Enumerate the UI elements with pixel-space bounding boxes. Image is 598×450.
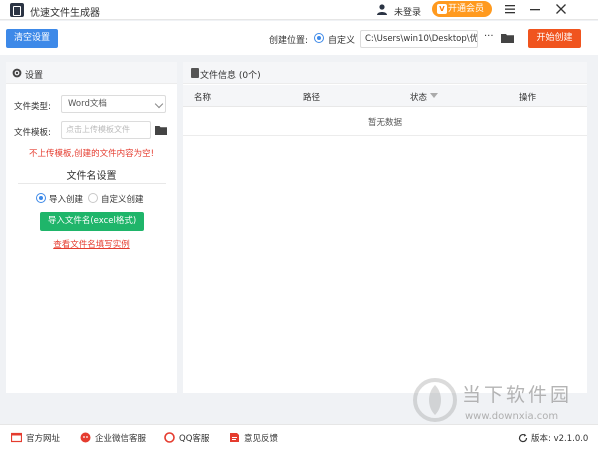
custom-create-radio[interactable] [88,193,98,203]
wechat-support-label: 企业微信客服 [95,434,147,444]
custom-create-label[interactable]: 自定义创建 [101,193,144,205]
wechat-support-link[interactable]: 企业微信客服 [80,432,146,444]
template-label: 文件模板: [14,128,51,138]
version-info[interactable]: 版本: v2.1.0.0 [518,432,588,444]
version-label: 版本: v2.1.0.0 [531,434,589,444]
empty-template-warning: 不上传模板,创建的文件内容为空! [28,149,155,159]
vip-icon: V [437,4,447,14]
filename-settings-title: 文件名设置 [66,171,117,182]
qq-support-label: QQ客服 [179,434,210,444]
user-icon[interactable] [376,3,388,15]
start-create-button[interactable]: 开始创建 [528,29,581,48]
table-header: 名称 路径 状态 操作 [183,85,587,107]
file-info-panel: 文件信息 (0个) 名称 路径 状态 操作 暂无数据 [183,62,587,393]
website-icon [11,432,22,443]
settings-panel: 设置 文件类型: Word文档 文件模板: 点击上传模板文件 不上传模板,创建的… [6,62,177,393]
login-status[interactable]: 未登录 [394,5,421,18]
import-create-label[interactable]: 导入创建 [49,193,83,205]
document-icon [191,68,199,78]
settings-header: 设置 [6,62,177,84]
location-label: 创建位置: [269,36,309,46]
view-example-link[interactable]: 查看文件名填写实例 [6,238,177,250]
toolbar: 清空设置 创建位置: 自定义 C:\Users\win10\Desktop\优速… [0,21,598,55]
settings-title: 设置 [25,71,44,81]
file-type-value: Word文档 [68,99,107,109]
vip-label: 开通会员 [448,4,485,14]
app-title: 优速文件生成器 [30,8,100,19]
divider [18,183,166,184]
watermark-url: www.downxia.com [465,411,559,422]
feedback-icon [230,433,239,442]
output-path-input[interactable]: C:\Users\win10\Desktop\优速 [360,30,478,48]
qq-icon [164,432,175,443]
chevron-down-icon [154,99,164,109]
empty-data-text: 暂无数据 [367,118,402,128]
official-website-label: 官方网址 [26,434,61,444]
feedback-link[interactable]: 意见反馈 [229,432,278,444]
more-icon[interactable]: ··· [484,32,494,42]
minimize-icon[interactable] [527,2,543,16]
filter-icon[interactable] [430,93,438,98]
close-icon[interactable] [553,2,569,16]
row-divider [183,135,587,136]
app-logo-icon [10,3,24,17]
watermark-logo-icon [413,378,457,422]
import-filenames-button[interactable]: 导入文件名(excel格式) [40,212,144,231]
refresh-icon [518,433,528,443]
clear-settings-button[interactable]: 清空设置 [6,29,58,48]
gear-icon [12,68,22,78]
column-status: 状态 [410,93,428,103]
column-name: 名称 [194,93,212,103]
file-info-header: 文件信息 (0个) [183,62,587,84]
template-folder-icon[interactable] [155,125,167,135]
template-upload-input[interactable]: 点击上传模板文件 [61,121,151,139]
official-website-link[interactable]: 官方网址 [11,432,60,444]
file-info-title: 文件信息 (0个) [200,71,261,81]
qq-support-link[interactable]: QQ客服 [164,432,209,444]
import-create-radio[interactable] [36,193,46,203]
column-action: 操作 [519,93,537,103]
custom-location-label[interactable]: 自定义 [328,33,355,46]
wechat-icon [80,432,91,443]
title-bar: 优速文件生成器 未登录 V 开通会员 [0,0,598,20]
vip-button[interactable]: V 开通会员 [432,1,492,17]
folder-icon[interactable] [501,33,514,43]
column-path: 路径 [303,93,321,103]
feedback-label: 意见反馈 [244,434,279,444]
custom-location-radio[interactable] [314,33,324,43]
menu-icon[interactable] [502,2,518,16]
watermark-text: 当下软件园 [462,384,573,406]
footer-bar: 官方网址 企业微信客服 QQ客服 意见反馈 版本: v2.1.0.0 [0,424,598,450]
file-type-label: 文件类型: [14,102,51,112]
file-type-select[interactable]: Word文档 [61,95,166,113]
